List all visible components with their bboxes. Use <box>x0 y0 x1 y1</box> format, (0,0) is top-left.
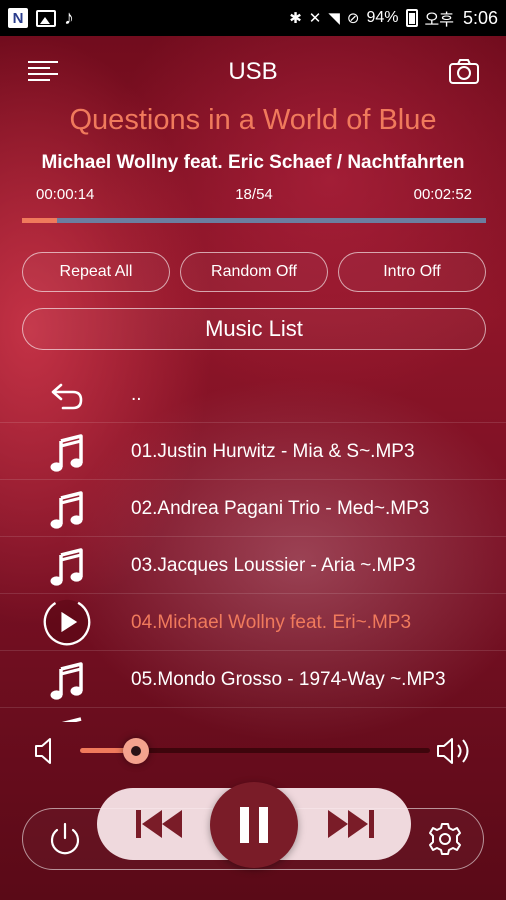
list-item-label: 01.Justin Hurwitz - Mia & S~.MP3 <box>131 441 415 462</box>
clock: 5:06 <box>462 7 498 28</box>
back-arrow-icon <box>42 374 92 418</box>
volume-low-icon[interactable] <box>34 736 62 766</box>
music-note-icon <box>42 488 92 532</box>
track-position: 18/54 <box>235 186 273 203</box>
gear-icon[interactable] <box>424 818 466 860</box>
music-note-icon <box>42 716 92 722</box>
list-item-now-playing[interactable]: 04.Michael Wollny feat. Eri~.MP3 <box>0 594 506 651</box>
list-item[interactable]: 03.Jacques Loussier - Aria ~.MP3 <box>0 537 506 594</box>
file-list: .. 01.Justin Hurwitz - Mia & S~.MP3 02.A… <box>0 366 506 722</box>
random-button[interactable]: Random Off <box>180 252 328 292</box>
repeat-button[interactable]: Repeat All <box>22 252 170 292</box>
music-list-button[interactable]: Music List <box>22 308 486 350</box>
page-title: USB <box>228 58 278 85</box>
list-item-label: 05.Mondo Grosso - 1974-Way ~.MP3 <box>131 669 446 690</box>
music-note-icon <box>42 659 92 703</box>
list-item[interactable]: 05.Mondo Grosso - 1974-Way ~.MP3 <box>0 651 506 708</box>
play-circle-icon <box>42 598 92 646</box>
artist-album: Michael Wollny feat. Eric Schaef / Nacht… <box>41 152 465 173</box>
status-bar: N ♪ ✱ ✕ ◥ ⊘ 94% 오후 5:06 <box>0 0 506 36</box>
camera-icon[interactable] <box>448 57 480 85</box>
wifi-icon: ◥ <box>328 10 340 27</box>
pause-icon <box>240 807 268 843</box>
bluetooth-icon: ✱ <box>289 10 302 27</box>
gallery-icon <box>36 9 56 27</box>
list-item[interactable]: 02.Andrea Pagani Trio - Med~.MP3 <box>0 480 506 537</box>
music-notification-icon: ♪ <box>64 7 74 29</box>
intro-button[interactable]: Intro Off <box>338 252 486 292</box>
volume-slider[interactable] <box>80 738 430 764</box>
notification-n-icon: N <box>8 8 28 28</box>
music-note-icon <box>42 431 92 475</box>
pause-button[interactable] <box>210 782 298 868</box>
screen: N ♪ ✱ ✕ ◥ ⊘ 94% 오후 5:06 USB Questions in… <box>0 0 506 900</box>
music-note-icon <box>42 545 92 589</box>
time-row: 00:00:14 18/54 00:02:52 <box>36 186 472 206</box>
volume-thumb[interactable] <box>123 738 149 764</box>
power-icon[interactable] <box>44 818 86 860</box>
app-header: USB <box>0 52 506 92</box>
battery-percent: 94% <box>366 9 399 26</box>
list-item-parent-folder[interactable]: .. <box>0 366 506 423</box>
list-item[interactable] <box>0 708 506 722</box>
song-progress-fill <box>22 218 57 223</box>
list-item-label: 04.Michael Wollny feat. Eri~.MP3 <box>131 612 412 633</box>
am-pm-indicator: 오후 <box>424 12 454 29</box>
do-not-disturb-icon: ⊘ <box>346 10 360 27</box>
battery-icon <box>405 9 418 27</box>
mute-icon: ✕ <box>308 10 322 27</box>
total-time: 00:02:52 <box>413 186 472 203</box>
list-item-label: 03.Jacques Loussier - Aria ~.MP3 <box>131 555 416 576</box>
playback-mode-row: Repeat All Random Off Intro Off <box>22 252 486 292</box>
list-item-label: 02.Andrea Pagani Trio - Med~.MP3 <box>131 498 430 519</box>
volume-high-icon[interactable] <box>436 734 478 768</box>
list-item[interactable]: 01.Justin Hurwitz - Mia & S~.MP3 <box>0 423 506 480</box>
volume-control <box>0 728 506 772</box>
song-title: Questions in a World of Blue <box>69 104 437 136</box>
list-item-label: .. <box>131 384 142 405</box>
skip-next-icon[interactable] <box>322 806 378 842</box>
skip-previous-icon[interactable] <box>132 806 188 842</box>
song-progress-bar[interactable] <box>22 218 486 223</box>
